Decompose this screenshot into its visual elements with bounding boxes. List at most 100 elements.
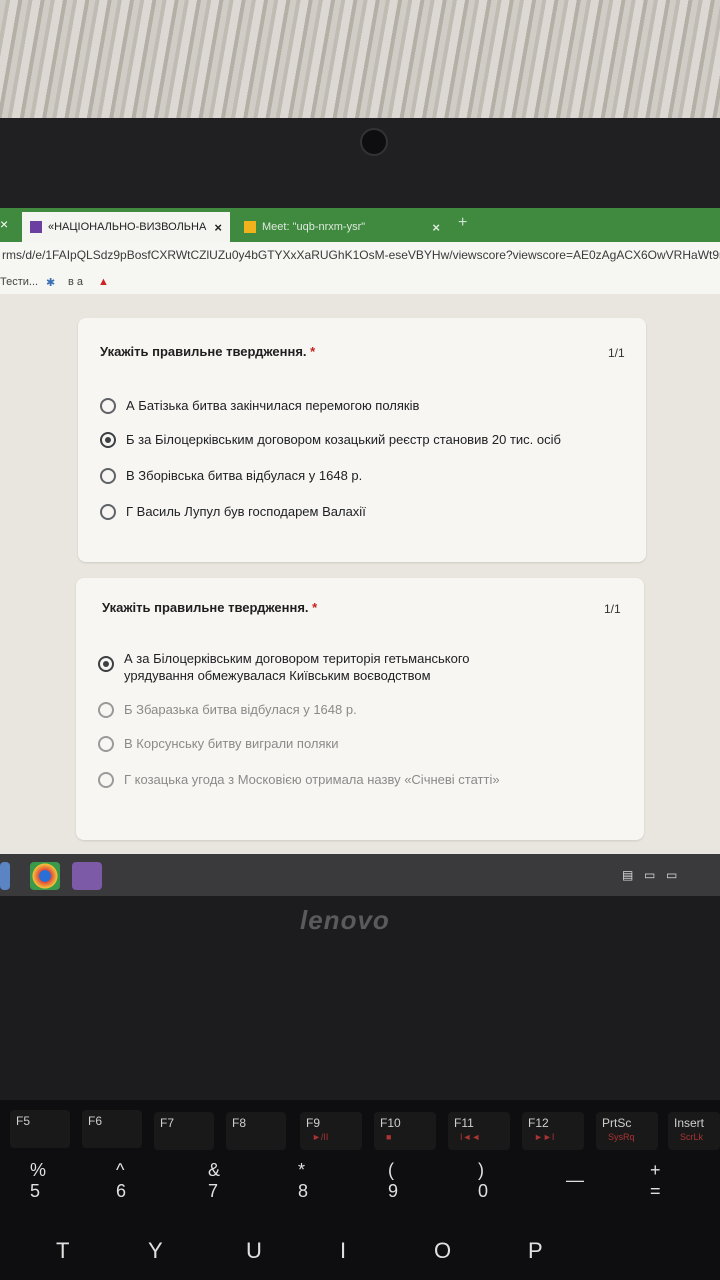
key-label: F8 (232, 1116, 247, 1130)
key-label: F9 (306, 1116, 321, 1130)
radio-button[interactable] (98, 772, 114, 788)
key-label: F5 (16, 1114, 31, 1128)
bookmarks-bar: Тести... ✱ в а ▲ (0, 270, 720, 295)
option-label: В Зборівська битва відбулася у 1648 р. (126, 468, 363, 483)
lenovo-logo: lenovo (300, 905, 390, 935)
option-c[interactable]: В Зборівська битва відбулася у 1648 р. (100, 468, 362, 484)
url-text[interactable]: rms/d/e/1FAIpQLSdz9pBosfCXRWtCZlUZu0y4bG… (2, 248, 720, 262)
key-u: U (246, 1238, 262, 1263)
key-7: & 7 (208, 1160, 221, 1201)
key-label: Insert (674, 1116, 705, 1130)
key-sublabel: ■ (386, 1132, 392, 1142)
question-title: Укажіть правильне твердження. * (102, 600, 317, 615)
star-icon: ✱ (46, 277, 56, 289)
key-f12: F12 ►►I (522, 1112, 584, 1150)
option-b[interactable]: Б за Білоцерківським договором козацький… (100, 432, 561, 448)
option-a[interactable]: А за Білоцерківським договором територія… (98, 650, 538, 684)
key-5: % 5 (30, 1160, 47, 1201)
option-label: А Батізька битва закінчилася перемогою п… (126, 398, 420, 413)
key-f11: F11 I◄◄ (448, 1112, 510, 1150)
taskbar: ▤ ▭ ▭ (0, 854, 720, 896)
option-label: Б за Білоцерківським договором козацький… (126, 432, 561, 447)
key-label: F10 (380, 1116, 401, 1130)
option-d[interactable]: Г козацька угода з Московією отримала на… (98, 772, 500, 788)
key-minus: — (566, 1170, 584, 1190)
key-f5: F5 (10, 1110, 70, 1148)
radio-button[interactable] (100, 504, 116, 520)
radio-button[interactable] (98, 736, 114, 752)
webcam-icon (360, 128, 388, 156)
tab-close-icon[interactable]: × (432, 220, 440, 235)
battery-icon[interactable]: ▭ (644, 868, 655, 882)
question-card-1: Укажіть правильне твердження. * 1/1 А Ба… (78, 318, 646, 562)
key-label: F6 (88, 1114, 103, 1128)
key-t: T (56, 1238, 70, 1263)
form-page: Укажіть правильне твердження. * 1/1 А Ба… (0, 294, 720, 854)
key-sublabel: ScrLk (680, 1132, 704, 1142)
question-title-text: Укажіть правильне твердження. (100, 344, 307, 359)
required-mark: * (310, 344, 316, 359)
option-d[interactable]: Г Василь Лупул був господарем Валахії (100, 504, 366, 520)
question-card-2: Укажіть правильне твердження. * 1/1 А за… (76, 578, 644, 840)
option-label: В Корсунську битву виграли поляки (124, 736, 339, 751)
key-label: F12 (528, 1116, 549, 1130)
key-sublabel: SysRq (608, 1132, 635, 1142)
key-i: I (340, 1238, 347, 1263)
tab-title: Meet: "uqb-nrxm-ysr" (262, 221, 366, 233)
tab-forms[interactable]: «НАЦІОНАЛЬНО-ВИЗВОЛЬНА В × (22, 212, 230, 242)
key-sublabel: ►►I (534, 1132, 555, 1142)
tab-title: «НАЦІОНАЛЬНО-ВИЗВОЛЬНА В (48, 221, 211, 233)
tab-close-icon[interactable]: × (214, 220, 222, 235)
address-bar[interactable]: rms/d/e/1FAIpQLSdz9pBosfCXRWtCZlUZu0y4bG… (0, 242, 720, 270)
radio-button-checked[interactable] (100, 432, 116, 448)
key-6: ^ 6 (116, 1160, 127, 1201)
browser-tab-bar: × «НАЦІОНАЛЬНО-ВИЗВОЛЬНА В × Meet: "uqb-… (0, 208, 720, 242)
key-insert: Insert ScrLk (668, 1112, 720, 1150)
key-p: P (528, 1238, 543, 1263)
bookmark-va[interactable]: в а (68, 276, 83, 288)
key-y: Y (148, 1238, 163, 1263)
radio-button[interactable] (100, 468, 116, 484)
key-0: ) 0 (478, 1160, 489, 1201)
required-mark: * (312, 600, 318, 615)
network-icon[interactable]: ▤ (622, 868, 633, 882)
new-tab-button[interactable]: + (458, 214, 467, 232)
keyboard-layout-icon[interactable]: ▭ (666, 868, 677, 882)
option-b[interactable]: Б Збаразька битва відбулася у 1648 р. (98, 702, 357, 718)
chrome-icon[interactable] (30, 862, 60, 890)
option-a[interactable]: А Батізька битва закінчилася перемогою п… (100, 398, 419, 414)
tab-meet[interactable]: Meet: "uqb-nrxm-ysr" × (238, 212, 448, 242)
key-label: F11 (454, 1116, 474, 1130)
key-prtsc: PrtSc SysRq (596, 1112, 658, 1150)
radio-button[interactable] (98, 702, 114, 718)
key-sublabel: ►/II (312, 1132, 329, 1142)
question-title-text: Укажіть правильне твердження. (102, 600, 309, 615)
warning-icon: ▲ (98, 276, 109, 288)
option-c[interactable]: В Корсунську битву виграли поляки (98, 736, 339, 752)
key-f10: F10 ■ (374, 1112, 436, 1150)
bookmark-tests[interactable]: Тести... (0, 276, 38, 288)
chrome-profile-icon[interactable] (72, 862, 102, 890)
keyboard: F5 F6 F7 F8 F9 ►/II F10 ■ F11 I◄◄ F12 ►►I Pr… (0, 1100, 720, 1280)
forms-icon (30, 221, 42, 233)
question-title: Укажіть правильне твердження. * (100, 344, 315, 359)
key-equals: + = (650, 1160, 661, 1201)
option-label: Б Збаразька битва відбулася у 1648 р. (124, 702, 357, 717)
prev-tab-close-icon[interactable]: × (0, 216, 8, 232)
key-f9: F9 ►/II (300, 1112, 362, 1150)
key-sublabel: I◄◄ (460, 1132, 481, 1142)
score: 1/1 (608, 346, 625, 360)
option-label: А за Білоцерківським договором територія… (124, 651, 470, 683)
option-label: Г Василь Лупул був господарем Валахії (126, 504, 366, 519)
start-button[interactable] (0, 862, 10, 890)
background-curtain (0, 0, 720, 120)
score: 1/1 (604, 602, 621, 616)
key-label: PrtSc (602, 1116, 632, 1130)
laptop-screen: × «НАЦІОНАЛЬНО-ВИЗВОЛЬНА В × Meet: "uqb-… (0, 208, 720, 896)
radio-button[interactable] (100, 398, 116, 414)
key-label: F7 (160, 1116, 175, 1130)
radio-button-checked[interactable] (98, 656, 114, 672)
key-f8: F8 (226, 1112, 286, 1150)
key-f6: F6 (82, 1110, 142, 1148)
meet-icon (244, 221, 256, 233)
